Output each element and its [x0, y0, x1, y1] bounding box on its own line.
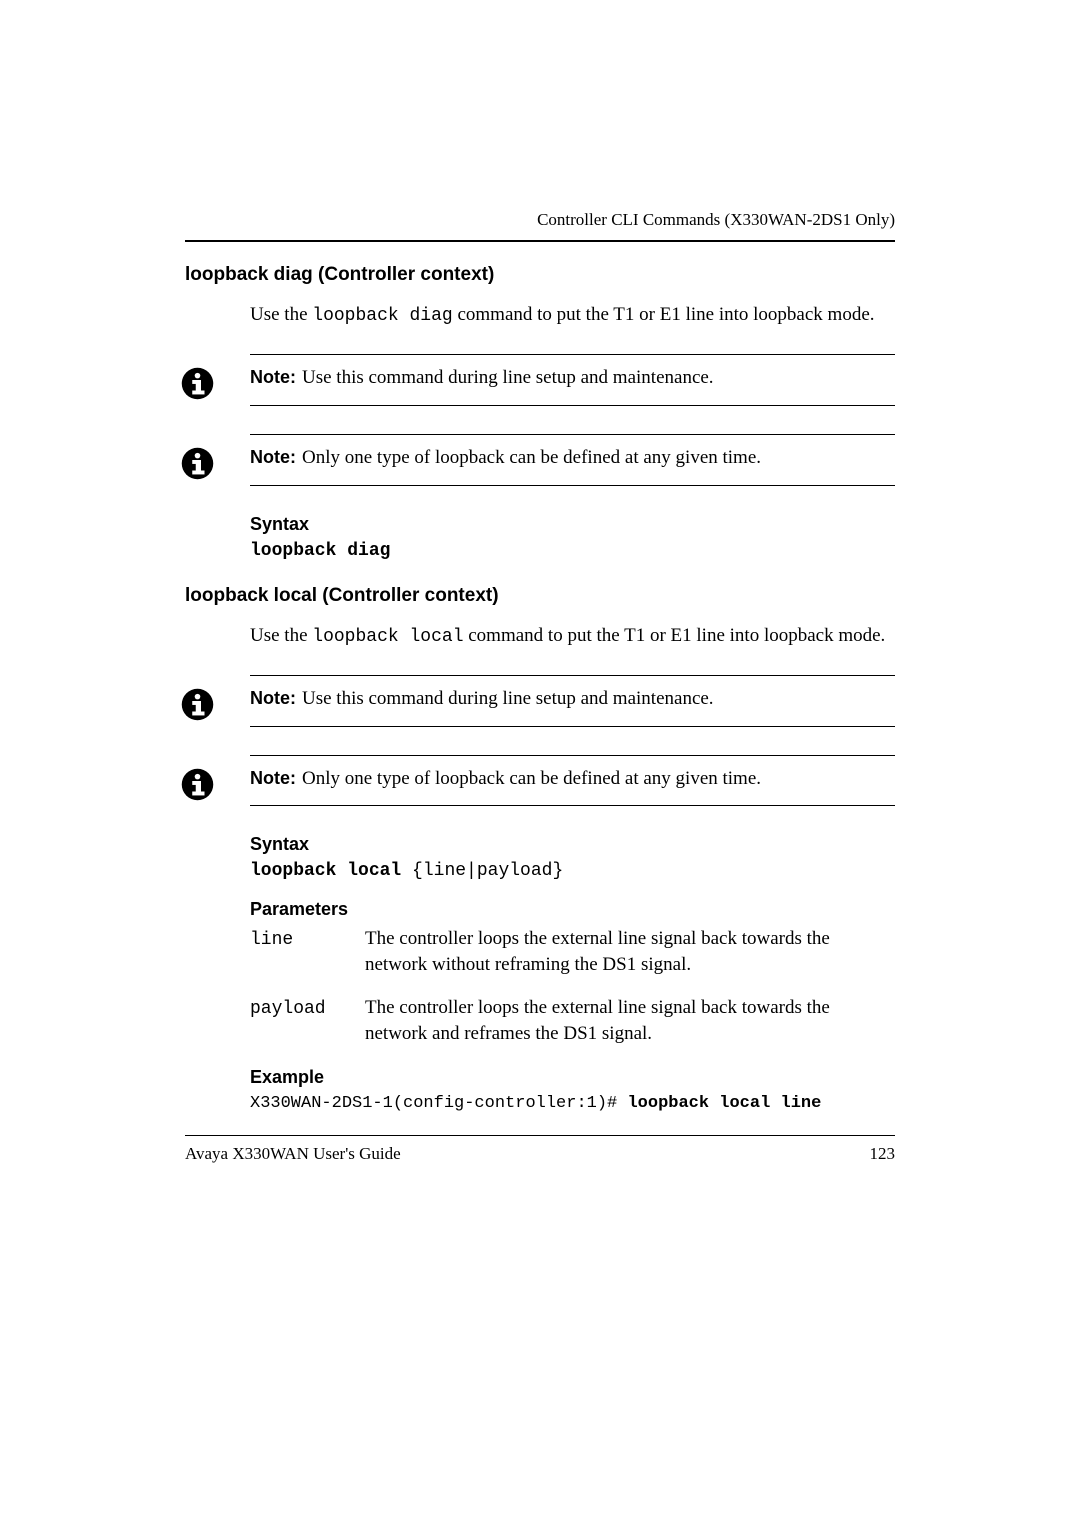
table-row: payload The controller loops the externa… [250, 995, 895, 1046]
note-block-diag-1: Note: Use this command during line setup … [250, 354, 895, 406]
example-cmd: loopback local line [627, 1094, 821, 1113]
page-footer: Avaya X330WAN User's Guide 123 [185, 1135, 895, 1164]
note-rule-bottom [250, 805, 895, 806]
example-line: X330WAN-2DS1-1(config-controller:1)# loo… [250, 1094, 895, 1113]
note-rule-bottom [250, 485, 895, 486]
example-heading: Example [250, 1067, 895, 1088]
note-label: Note: [250, 367, 296, 387]
intro-paragraph-diag: Use the loopback diag command to put the… [250, 302, 895, 328]
intro-text-b: command to put the T1 or E1 line into lo… [464, 625, 886, 646]
intro-paragraph-local: Use the loopback local command to put th… [250, 623, 895, 649]
note-rule-top [250, 755, 895, 756]
info-icon [180, 366, 215, 401]
syntax-heading: Syntax [250, 514, 895, 535]
note-rule-top [250, 675, 895, 676]
parameters-table: line The controller loops the external l… [250, 926, 895, 1047]
section-title-loopback-diag: loopback diag (Controller context) [185, 264, 895, 286]
header-rule [185, 240, 895, 242]
intro-text-b: command to put the T1 or E1 line into lo… [453, 304, 875, 325]
note-rule-bottom [250, 726, 895, 727]
info-icon [180, 446, 215, 481]
intro-cmd: loopback diag [312, 306, 452, 326]
footer-left: Avaya X330WAN User's Guide [185, 1144, 401, 1164]
param-desc: The controller loops the external line s… [365, 926, 895, 977]
info-icon [180, 687, 215, 722]
section-title-loopback-local: loopback local (Controller context) [185, 585, 895, 607]
page-number: 123 [870, 1144, 896, 1164]
note-text: Use this command during line setup and m… [302, 367, 714, 388]
note-text: Use this command during line setup and m… [302, 688, 714, 709]
parameters-heading: Parameters [250, 899, 895, 920]
running-header: Controller CLI Commands (X330WAN-2DS1 On… [185, 0, 895, 240]
syntax-command: loopback local [250, 861, 401, 881]
syntax-heading: Syntax [250, 834, 895, 855]
intro-text-a: Use the [250, 625, 312, 646]
note-label: Note: [250, 768, 296, 788]
note-block-diag-2: Note: Only one type of loopback can be de… [250, 434, 895, 486]
param-desc: The controller loops the external line s… [365, 995, 895, 1046]
info-icon [180, 767, 215, 802]
param-name: line [250, 926, 365, 977]
param-name: payload [250, 995, 365, 1046]
note-text: Only one type of loopback can be defined… [302, 768, 761, 789]
syntax-args: {line|payload} [401, 861, 563, 881]
table-row: line The controller loops the external l… [250, 926, 895, 977]
note-label: Note: [250, 447, 296, 467]
example-prompt: X330WAN-2DS1-1(config-controller:1)# [250, 1094, 627, 1113]
footer-rule [185, 1135, 895, 1136]
note-block-local-1: Note: Use this command during line setup … [250, 675, 895, 727]
syntax-command: loopback diag [250, 541, 390, 561]
syntax-line: loopback local {line|payload} [250, 861, 895, 881]
note-text: Only one type of loopback can be defined… [302, 447, 761, 468]
intro-cmd: loopback local [312, 627, 463, 647]
note-label: Note: [250, 688, 296, 708]
note-rule-top [250, 354, 895, 355]
note-block-local-2: Note: Only one type of loopback can be de… [250, 755, 895, 807]
intro-text-a: Use the [250, 304, 312, 325]
note-rule-top [250, 434, 895, 435]
note-rule-bottom [250, 405, 895, 406]
